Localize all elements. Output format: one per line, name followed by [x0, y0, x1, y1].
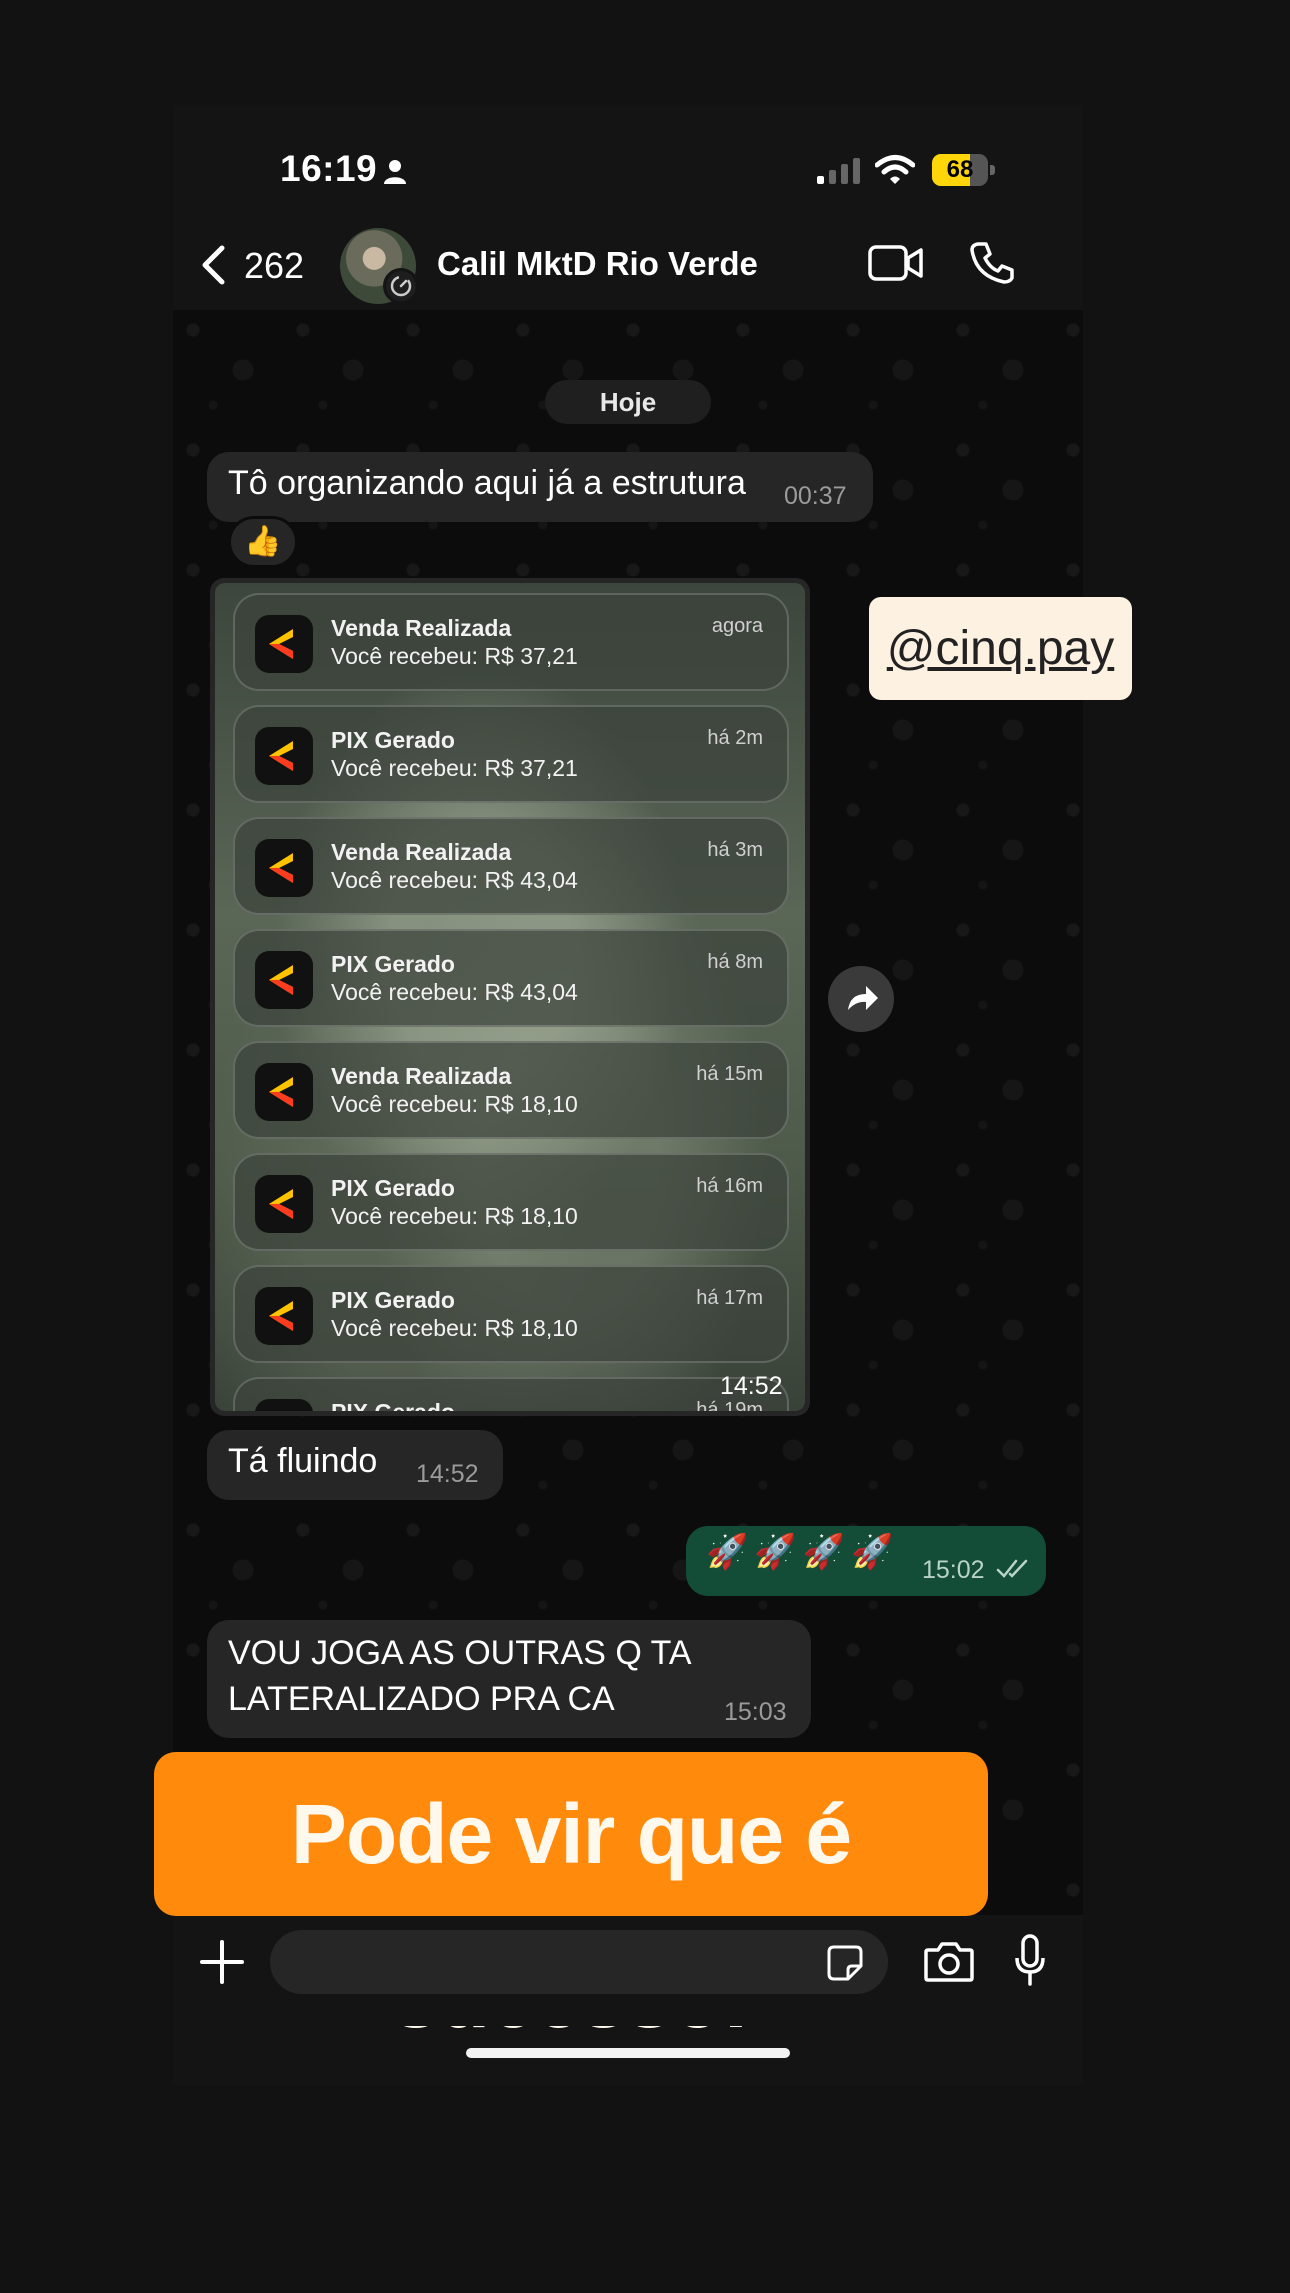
notification-screenshot: Venda Realizada Você recebeu: R$ 37,21 ago…	[215, 583, 805, 1411]
notification-time: há 8m	[707, 951, 763, 973]
notification-time: há 2m	[707, 727, 763, 749]
notification-card: PIX Gerado Você recebeu: R$ 37,21 há 2m	[233, 705, 789, 803]
notification-body: Você recebeu: R$ 37,21	[331, 755, 578, 781]
battery-level: 68	[946, 156, 974, 183]
message-text: Tá fluindo	[228, 1442, 378, 1480]
image-message[interactable]: Venda Realizada Você recebeu: R$ 37,21 ago…	[210, 578, 810, 1416]
plus-icon[interactable]	[200, 1940, 244, 1984]
forward-icon	[848, 986, 878, 1010]
chevron-left-icon[interactable]	[200, 245, 226, 285]
notification-title: Venda Realizada	[331, 1063, 512, 1089]
message-time: 00:37	[784, 482, 847, 510]
notification-title: PIX Gerado	[331, 1399, 455, 1411]
handle-sticker: @cinq.pay	[869, 597, 1132, 700]
notification-time: agora	[711, 615, 763, 637]
unread-count[interactable]: 262	[244, 245, 304, 287]
person-icon	[384, 160, 406, 184]
cinqpay-logo-icon	[255, 951, 313, 1009]
sticker-icon[interactable]	[826, 1944, 864, 1982]
cinqpay-logo-icon	[255, 727, 313, 785]
notification-body: Você recebeu: R$ 43,04	[331, 979, 578, 1005]
notification-card: Venda Realizada Você recebeu: R$ 18,10 há …	[233, 1041, 789, 1139]
notification-card: PIX Geradohá 19m	[233, 1377, 789, 1411]
message-time: 14:52	[416, 1460, 479, 1488]
battery-nub	[990, 165, 995, 175]
cinqpay-logo-icon	[255, 1399, 313, 1411]
cinqpay-logo-icon	[255, 1175, 313, 1233]
video-call-icon[interactable]	[868, 244, 924, 282]
notification-time: há 16m	[696, 1175, 763, 1197]
notification-card: Venda Realizada Você recebeu: R$ 43,04 há …	[233, 817, 789, 915]
battery-icon: 68	[932, 154, 996, 186]
notification-body: Você recebeu: R$ 43,04	[331, 867, 578, 893]
microphone-icon[interactable]	[1014, 1934, 1046, 1986]
message-time: 15:02	[922, 1556, 985, 1584]
message-text: VOU JOGA AS OUTRAS Q TA LATERALIZADO PRA…	[228, 1634, 692, 1718]
cinqpay-logo-icon	[255, 615, 313, 673]
notification-title: PIX Gerado	[331, 1175, 455, 1201]
date-separator: Hoje	[545, 380, 711, 424]
notification-title: Venda Realizada	[331, 839, 512, 865]
message-text: Tô organizando aqui já a estrutura	[228, 464, 746, 502]
notification-title: PIX Gerado	[331, 727, 455, 753]
notification-card: Venda Realizada Você recebeu: R$ 37,21 ago…	[233, 593, 789, 691]
message-time: 15:03	[724, 1698, 787, 1726]
notification-title: PIX Gerado	[331, 951, 455, 977]
double-check-icon	[996, 1559, 1028, 1578]
contact-name[interactable]: Calil MktD Rio Verde	[437, 245, 758, 283]
notification-body: Você recebeu: R$ 37,21	[331, 643, 578, 669]
notification-title: Venda Realizada	[331, 615, 512, 641]
notification-card: PIX Gerado Você recebeu: R$ 43,04 há 8m	[233, 929, 789, 1027]
thumbs-up-reaction[interactable]: 👍	[228, 516, 298, 568]
notification-card: PIX Gerado Você recebeu: R$ 18,10 há 17m	[233, 1265, 789, 1363]
forward-button[interactable]	[828, 966, 894, 1032]
camera-icon[interactable]	[924, 1940, 974, 1982]
message-input[interactable]	[270, 1930, 888, 1994]
notification-time: há 15m	[696, 1063, 763, 1085]
home-indicator[interactable]	[466, 2048, 790, 2058]
notification-time: há 17m	[696, 1287, 763, 1309]
notification-body: Você recebeu: R$ 18,10	[331, 1091, 578, 1117]
message-text: 🚀🚀🚀🚀	[706, 1533, 900, 1571]
notification-body: Você recebeu: R$ 18,10	[331, 1315, 578, 1341]
notification-title: PIX Gerado	[331, 1287, 455, 1313]
phone-call-icon[interactable]	[970, 240, 1014, 284]
signal-icon	[817, 158, 860, 184]
cinqpay-logo-icon	[255, 1287, 313, 1345]
message-time: 14:52	[720, 1372, 783, 1400]
notification-body: Você recebeu: R$ 18,10	[331, 1203, 578, 1229]
status-time: 16:19	[280, 148, 378, 189]
cinqpay-logo-icon	[255, 1063, 313, 1121]
notification-card: PIX Gerado Você recebeu: R$ 18,10 há 16m	[233, 1153, 789, 1251]
promo-banner-text: Pode vir que é sucesso!	[290, 1787, 852, 2045]
cinqpay-logo-icon	[255, 839, 313, 897]
notification-time: há 3m	[707, 839, 763, 861]
timer-icon	[383, 268, 419, 304]
wifi-icon	[875, 155, 915, 184]
